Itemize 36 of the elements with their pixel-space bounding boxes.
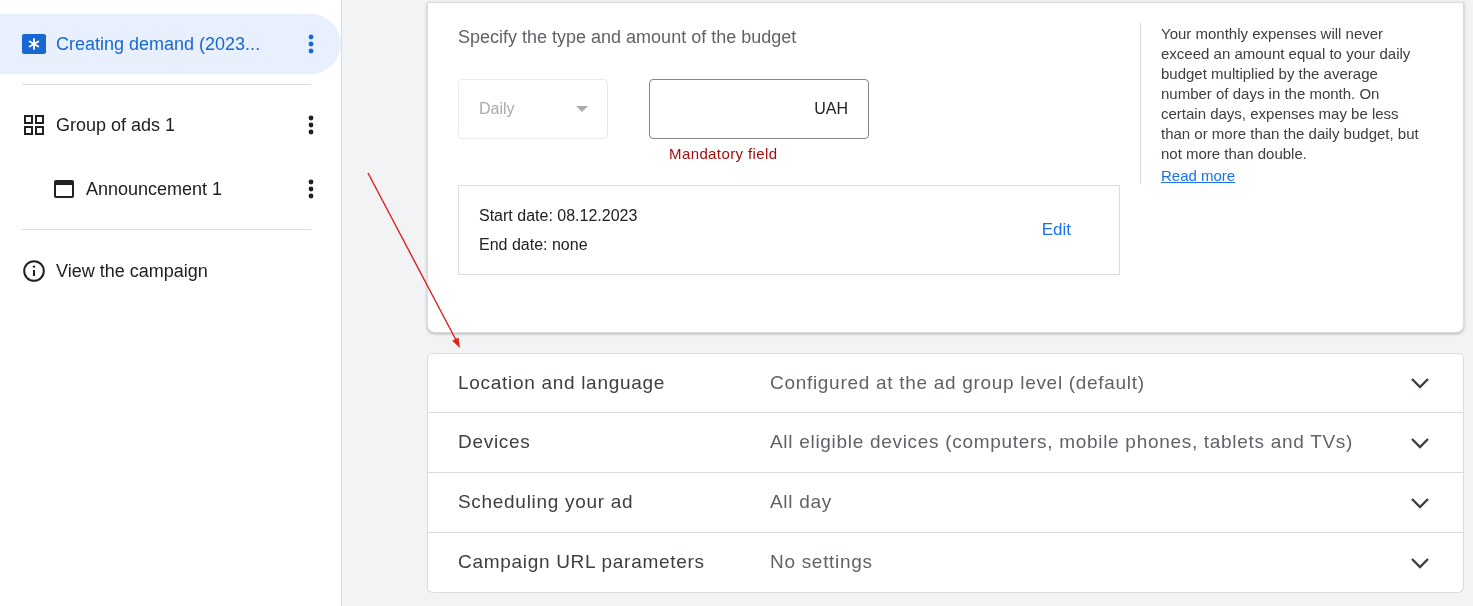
campaign-nav-item[interactable]: Creating demand (2023... [0,14,341,74]
browser-window-icon [54,180,74,198]
read-more-link[interactable]: Read more [1161,167,1236,184]
start-date-text: Start date: 08.12.2023 [479,205,639,226]
more-options-icon[interactable] [308,115,314,135]
section-title: Location and language [458,370,666,395]
edit-button[interactable]: Edit [1041,217,1071,243]
field-error-message: Mandatory field [669,144,779,164]
section-value: Configured at the ad group level (default) [770,370,1146,395]
section-value: All eligible devices (computers, mobile phones, tablets and TVs) [770,430,1355,455]
section-value: No settings [770,550,874,575]
nav-item-label: Group of ads 1 [56,113,177,137]
amount-field[interactable]: UAH [649,79,869,139]
view-campaign-nav-item[interactable]: View the campaign [0,239,341,303]
currency-suffix: UAH [814,99,848,119]
end-date-text: End date: none [479,234,589,255]
section-value: All day [770,490,833,515]
ad-nav-item[interactable]: Announcement 1 [0,157,341,221]
settings-section-row[interactable]: Scheduling your ad All day [427,473,1464,533]
settings-section-row[interactable]: Location and language Configured at the ad group level (default) [427,353,1464,413]
budget-heading: Specify the type and amount of the budget [458,26,798,49]
ad-group-nav-item[interactable]: Group of ads 1 [0,93,341,157]
section-title: Devices [458,430,532,455]
more-options-icon[interactable] [308,179,314,199]
settings-section-row[interactable]: Campaign URL parameters No settings [427,533,1464,593]
caret-icon [576,106,588,112]
grid-icon [24,115,44,135]
info-icon [23,260,45,282]
section-title: Campaign URL parameters [458,550,706,575]
section-title: Scheduling your ad [458,490,635,515]
nav-item-label: View the campaign [56,259,209,283]
nav-item-label: Announcement 1 [86,177,224,201]
budget-help-text: Your monthly expenses will never exceed an amount equal to your daily budget multiplied by the average number of days in the month. On certain days, expenses may be less than or more than the daily budget, but not more than double. [1161,24,1420,164]
asterisk-tile-icon [22,34,46,54]
nav-item-label: Creating demand (2023... [56,32,262,56]
settings-section-row[interactable]: Devices All eligible devices (computers, mobile phones, tablets and TVs) [427,413,1464,473]
